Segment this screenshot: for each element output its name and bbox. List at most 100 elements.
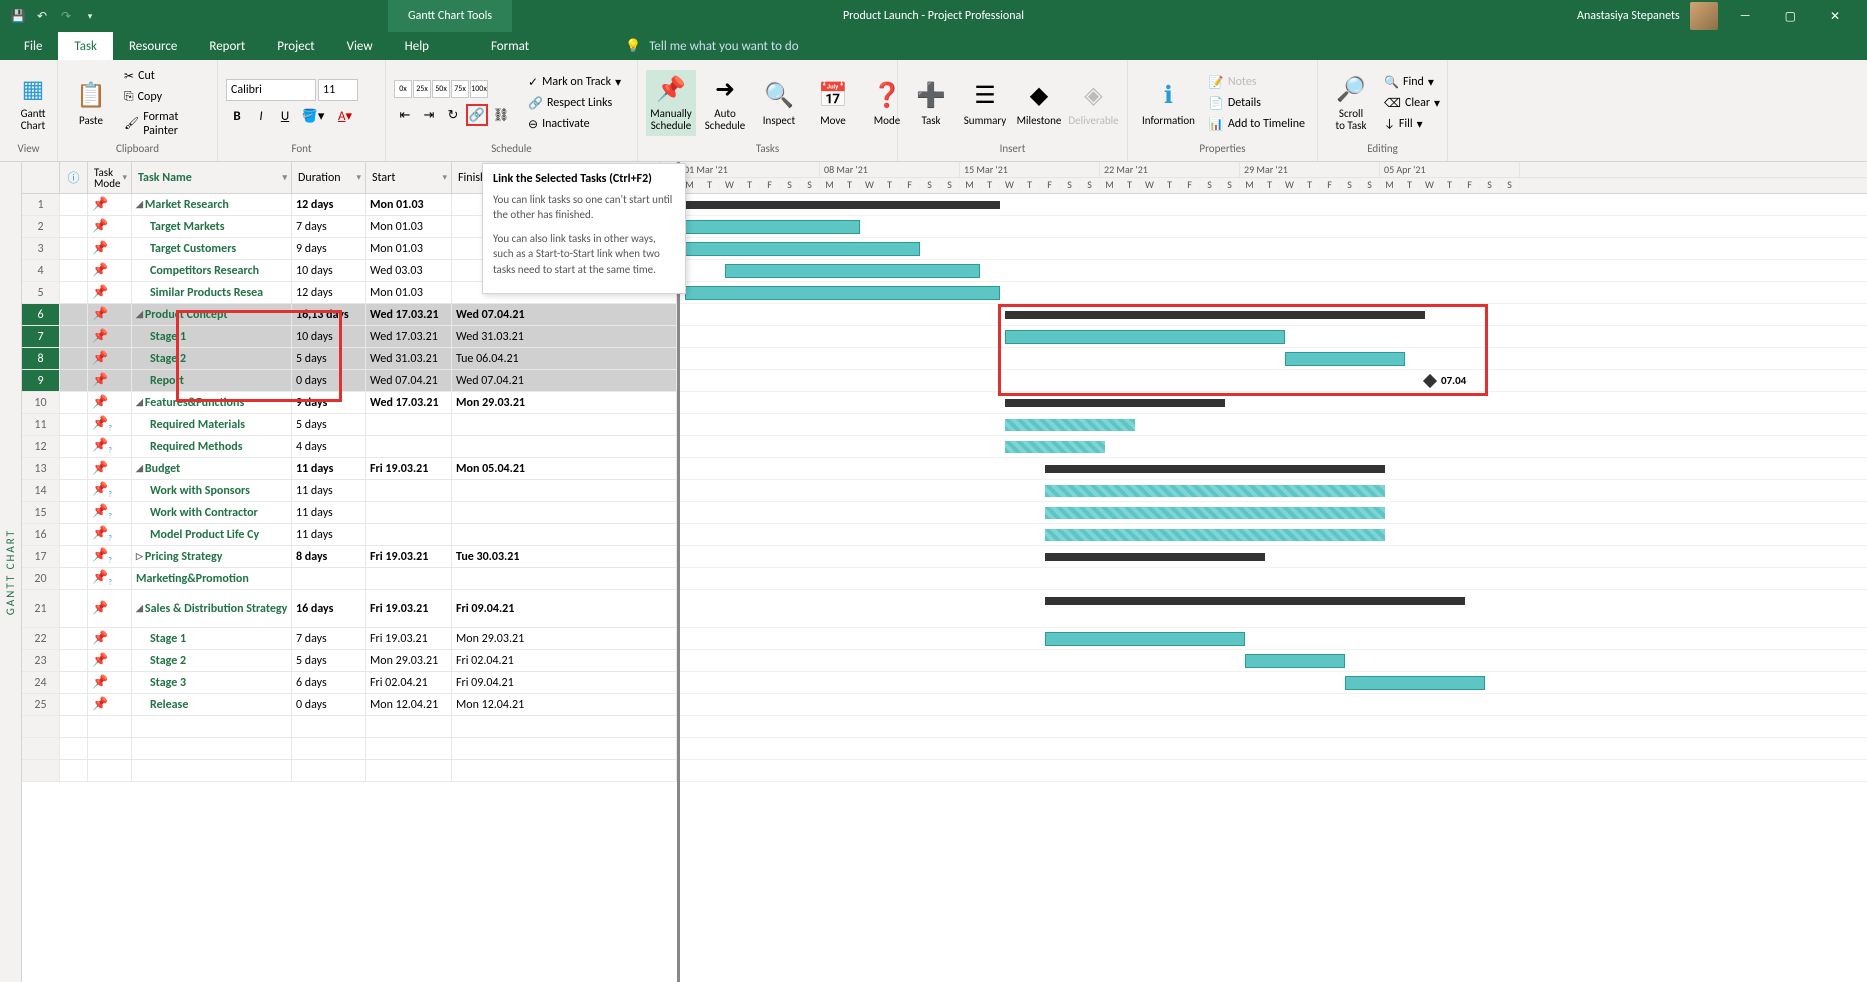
finish-cell[interactable]: Fri 09.04.21	[452, 590, 677, 627]
col-duration-header[interactable]: Duration	[292, 162, 366, 193]
info-cell[interactable]	[60, 414, 88, 435]
minimize-icon[interactable]: —	[1728, 9, 1763, 23]
day-header[interactable]: F	[1180, 178, 1200, 193]
start-cell[interactable]	[366, 524, 452, 545]
finish-cell[interactable]: Tue 30.03.21	[452, 546, 677, 567]
finish-cell[interactable]	[452, 436, 677, 457]
duration-cell[interactable]: 8 days	[292, 546, 366, 567]
info-cell[interactable]	[60, 502, 88, 523]
mode-cell[interactable]: 📌?	[88, 524, 132, 545]
day-header[interactable]: S	[1340, 178, 1360, 193]
finish-cell[interactable]: Wed 31.03.21	[452, 326, 677, 347]
gantt-row[interactable]	[680, 546, 1867, 568]
info-cell[interactable]	[60, 304, 88, 325]
insert-task-button[interactable]: ➕Task	[906, 76, 956, 131]
row-number[interactable]: 2	[22, 216, 60, 237]
table-row[interactable]: 24📌Stage 36 daysFri 02.04.21Fri 09.04.21	[22, 672, 677, 694]
start-cell[interactable]: Fri 19.03.21	[366, 628, 452, 649]
progress-100-button[interactable]: 100x	[470, 80, 488, 98]
mode-cell[interactable]: 📌	[88, 694, 132, 715]
info-cell[interactable]	[60, 546, 88, 567]
finish-cell[interactable]	[452, 568, 677, 589]
info-cell[interactable]	[60, 590, 88, 627]
duration-cell[interactable]: 7 days	[292, 216, 366, 237]
row-number[interactable]: 20	[22, 568, 60, 589]
day-header[interactable]: T	[840, 178, 860, 193]
table-row[interactable]	[22, 760, 677, 782]
day-header[interactable]: S	[1200, 178, 1220, 193]
progress-0-button[interactable]: 0x	[394, 80, 412, 98]
mode-cell[interactable]: 📌	[88, 590, 132, 627]
milestone-marker[interactable]	[1423, 374, 1437, 388]
tab-report[interactable]: Report	[193, 32, 261, 60]
underline-button[interactable]: U	[274, 105, 296, 127]
table-row[interactable]: 17📌?▷Pricing Strategy8 daysFri 19.03.21T…	[22, 546, 677, 568]
day-header[interactable]: W	[1140, 178, 1160, 193]
mode-cell[interactable]: 📌?	[88, 568, 132, 589]
row-number[interactable]	[22, 738, 60, 759]
gantt-bar[interactable]	[1245, 654, 1345, 668]
gantt-row[interactable]	[680, 628, 1867, 650]
gantt-bar[interactable]	[685, 201, 1000, 209]
gantt-bar[interactable]	[1045, 632, 1245, 646]
info-cell[interactable]	[60, 216, 88, 237]
start-cell[interactable]: Mon 01.03	[366, 216, 452, 237]
task-name-cell[interactable]: Stage 2	[132, 348, 292, 369]
outline-toggle-icon[interactable]: ◢	[136, 603, 143, 614]
select-all-cell[interactable]	[22, 162, 60, 193]
week-header[interactable]: 08 Mar '21	[820, 162, 960, 177]
task-name-cell[interactable]: Work with Sponsors	[132, 480, 292, 501]
scroll-to-task-button[interactable]: 🔎Scroll to Task	[1326, 70, 1376, 136]
duration-cell[interactable]: 11 days	[292, 480, 366, 501]
gantt-row[interactable]	[680, 436, 1867, 458]
indent-button[interactable]: ⇥	[418, 104, 440, 126]
day-header[interactable]: M	[1380, 178, 1400, 193]
start-cell[interactable]: Wed 17.03.21	[366, 326, 452, 347]
gantt-bar[interactable]	[685, 286, 1000, 300]
tab-resource[interactable]: Resource	[113, 32, 193, 60]
col-start-header[interactable]: Start	[366, 162, 452, 193]
inspect-button[interactable]: 🔍Inspect	[754, 76, 804, 131]
day-header[interactable]: S	[1060, 178, 1080, 193]
start-cell[interactable]: Fri 19.03.21	[366, 458, 452, 479]
fill-button[interactable]: ↓Fill ▾	[1380, 115, 1444, 134]
day-header[interactable]: S	[1500, 178, 1520, 193]
gantt-chart-button[interactable]: ▦ Gantt Chart	[8, 70, 58, 136]
week-header[interactable]: 29 Mar '21	[1240, 162, 1380, 177]
gantt-row[interactable]	[680, 568, 1867, 590]
day-header[interactable]: T	[1440, 178, 1460, 193]
table-row[interactable]: 15📌?Work with Contractor11 days	[22, 502, 677, 524]
duration-cell[interactable]: 12 days	[292, 282, 366, 303]
duration-cell[interactable]: 9 days	[292, 238, 366, 259]
start-cell[interactable]: Wed 31.03.21	[366, 348, 452, 369]
tab-project[interactable]: Project	[261, 32, 330, 60]
mode-cell[interactable]: 📌	[88, 628, 132, 649]
row-number[interactable]: 12	[22, 436, 60, 457]
details-button[interactable]: 📄Details	[1205, 94, 1309, 113]
update-button[interactable]: ↻	[442, 104, 464, 126]
finish-cell[interactable]: Mon 29.03.21	[452, 392, 677, 413]
row-number[interactable]: 5	[22, 282, 60, 303]
gantt-row[interactable]	[680, 414, 1867, 436]
row-number[interactable]: 1	[22, 194, 60, 215]
clear-button[interactable]: ⌫Clear ▾	[1380, 94, 1444, 113]
row-number[interactable]: 25	[22, 694, 60, 715]
day-header[interactable]: M	[960, 178, 980, 193]
table-row[interactable]: 10📌◢Features&Functions9 daysWed 17.03.21…	[22, 392, 677, 414]
inactivate-button[interactable]: ⊖Inactivate	[524, 115, 625, 134]
day-header[interactable]: F	[900, 178, 920, 193]
start-cell[interactable]: Mon 01.03	[366, 282, 452, 303]
gantt-row[interactable]	[680, 716, 1867, 738]
mode-cell[interactable]: 📌?	[88, 502, 132, 523]
day-header[interactable]: F	[760, 178, 780, 193]
gantt-bar[interactable]	[1005, 419, 1135, 431]
tell-me-search[interactable]: 💡 Tell me what you want to do	[625, 39, 799, 54]
mode-cell[interactable]: 📌?	[88, 480, 132, 501]
day-header[interactable]: W	[1420, 178, 1440, 193]
info-cell[interactable]	[60, 672, 88, 693]
duration-cell[interactable]: 0 days	[292, 370, 366, 391]
info-cell[interactable]	[60, 458, 88, 479]
start-cell[interactable]: Wed 03.03	[366, 260, 452, 281]
start-cell[interactable]: Fri 19.03.21	[366, 590, 452, 627]
gantt-row[interactable]	[680, 392, 1867, 414]
